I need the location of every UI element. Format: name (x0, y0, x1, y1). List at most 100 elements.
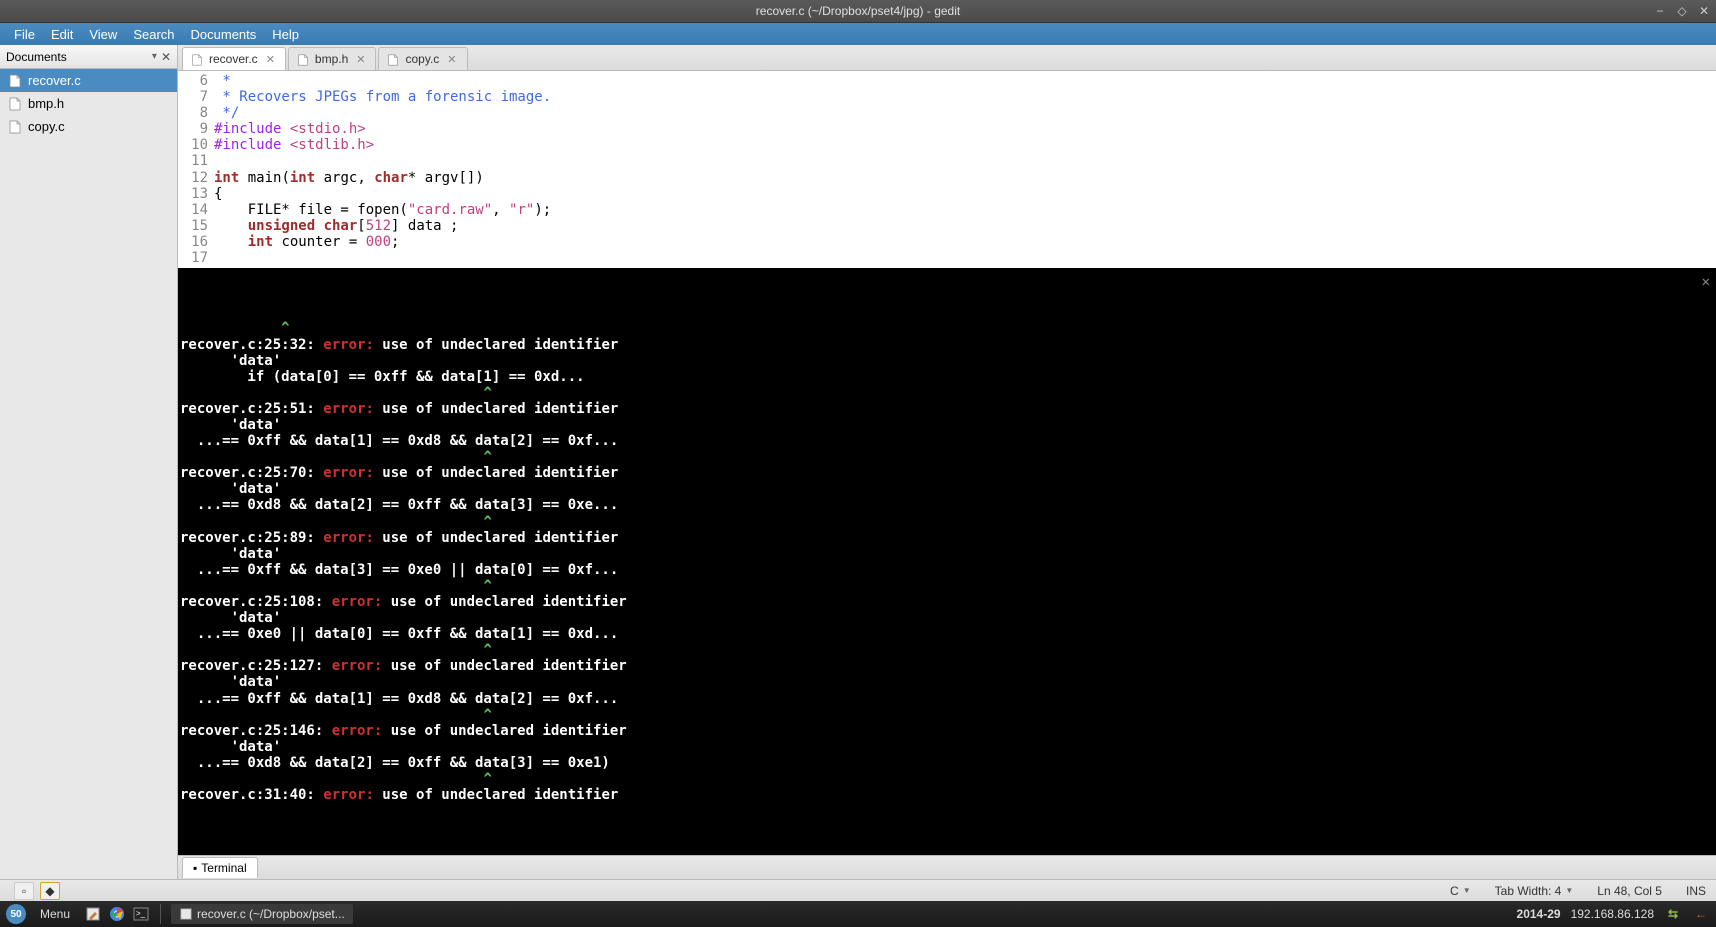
file-icon (191, 53, 203, 65)
terminal-line: recover.c:25:89: error: use of undeclare… (180, 530, 1714, 546)
taskbar-window[interactable]: recover.c (~/Dropbox/pset... (171, 904, 353, 924)
terminal-line: ^ (180, 707, 1714, 723)
code-line[interactable]: 6 * (178, 73, 1716, 89)
terminal-line: ...== 0xff && data[1] == 0xd8 && data[2]… (180, 433, 1714, 449)
terminal-line: ^ (180, 578, 1714, 594)
line-number: 14 (178, 202, 214, 218)
menu-edit[interactable]: Edit (43, 25, 81, 44)
code-line[interactable]: 13{ (178, 186, 1716, 202)
line-number: 17 (178, 250, 214, 266)
document-item[interactable]: recover.c (0, 69, 177, 92)
mode-label: INS (1686, 884, 1706, 898)
sidepanel-close-button[interactable]: ✕ (161, 50, 171, 64)
file-icon (297, 53, 309, 65)
svg-text:>_: >_ (136, 909, 146, 918)
terminal-line: recover.c:25:32: error: use of undeclare… (180, 337, 1714, 353)
taskbar: 50 Menu >_ recover.c (~/Dropbox/pset... … (0, 901, 1716, 927)
network-icon[interactable]: ⇆ (1664, 905, 1682, 923)
status-button-1[interactable]: ▫ (14, 882, 34, 900)
editor-tab[interactable]: copy.c ✕ (378, 47, 467, 70)
menubar: FileEditViewSearchDocumentsHelp (0, 23, 1716, 45)
window-controls: − ◇ ✕ (1652, 3, 1712, 19)
editor-tab[interactable]: recover.c✕ (182, 47, 286, 70)
document-label: bmp.h (28, 96, 64, 111)
file-icon (8, 97, 22, 111)
line-content: { (214, 186, 1716, 202)
code-line[interactable]: 8 */ (178, 105, 1716, 121)
code-line[interactable]: 12int main(int argc, char* argv[]) (178, 170, 1716, 186)
terminal-line: ...== 0xff && data[1] == 0xd8 && data[2]… (180, 691, 1714, 707)
menu-help[interactable]: Help (264, 25, 307, 44)
tab-close-button[interactable]: ✕ (264, 53, 277, 66)
code-line[interactable]: 9#include <stdio.h> (178, 121, 1716, 137)
tabwidth-selector[interactable]: Tab Width: 4 ▼ (1495, 884, 1574, 898)
terminal-line: ...== 0xff && data[3] == 0xe0 || data[0]… (180, 562, 1714, 578)
terminal-icon[interactable]: >_ (132, 905, 150, 923)
tab-close-button[interactable]: ✕ (354, 53, 367, 66)
cs50-icon[interactable]: 50 (6, 904, 26, 924)
document-list: recover.c bmp.h copy.c (0, 69, 177, 138)
tab-close-button[interactable]: ✕ (445, 53, 458, 66)
terminal-line: ^ (180, 449, 1714, 465)
terminal-line: recover.c:25:108: error: use of undeclar… (180, 594, 1714, 610)
line-number: 13 (178, 186, 214, 202)
minimize-button[interactable]: − (1652, 3, 1668, 19)
terminal-line: ^ (180, 514, 1714, 530)
language-selector[interactable]: C ▼ (1450, 884, 1471, 898)
line-number: 9 (178, 121, 214, 137)
line-content: FILE* file = fopen("card.raw", "r"); (214, 202, 1716, 218)
code-line[interactable]: 10#include <stdlib.h> (178, 137, 1716, 153)
titlebar: recover.c (~/Dropbox/pset4/jpg) - gedit … (0, 0, 1716, 23)
terminal-line: ...== 0xd8 && data[2] == 0xff && data[3]… (180, 497, 1714, 513)
menu-file[interactable]: File (6, 25, 43, 44)
line-content: */ (214, 105, 1716, 121)
dropdown-icon: ▼ (1565, 886, 1573, 895)
menu-view[interactable]: View (81, 25, 125, 44)
menu-button[interactable]: Menu (32, 904, 78, 924)
terminal-line: recover.c:25:70: error: use of undeclare… (180, 465, 1714, 481)
code-line[interactable]: 7 * Recovers JPEGs from a forensic image… (178, 89, 1716, 105)
sidepanel-title: Documents (6, 50, 152, 64)
document-item[interactable]: copy.c (0, 115, 177, 138)
line-content: int main(int argc, char* argv[]) (214, 170, 1716, 186)
line-number: 15 (178, 218, 214, 234)
menu-search[interactable]: Search (125, 25, 182, 44)
tabwidth-label: Tab Width: 4 (1495, 884, 1562, 898)
chrome-icon[interactable] (108, 905, 126, 923)
taskbar-window-label: recover.c (~/Dropbox/pset... (197, 907, 345, 921)
editor-tab[interactable]: bmp.h✕ (288, 47, 377, 70)
terminal-output[interactable]: ✕ ^ recover.c:25:32: error: use of undecl… (178, 268, 1716, 855)
code-editor[interactable]: 6 *7 * Recovers JPEGs from a forensic im… (178, 71, 1716, 268)
statusbar: ▫ ◆ C ▼ Tab Width: 4 ▼ Ln 48, Col 5 INS (0, 879, 1716, 901)
file-icon (8, 74, 22, 88)
status-button-2[interactable]: ◆ (40, 882, 60, 900)
code-line[interactable]: 14 FILE* file = fopen("card.raw", "r"); (178, 202, 1716, 218)
close-button[interactable]: ✕ (1696, 3, 1712, 19)
terminal-tab[interactable]: ▪ Terminal (182, 857, 258, 878)
gedit-icon[interactable] (84, 905, 102, 923)
line-number: 16 (178, 234, 214, 250)
menu-documents[interactable]: Documents (183, 25, 265, 44)
terminal-tab-label: Terminal (201, 861, 246, 875)
terminal-close-button[interactable]: ✕ (1702, 274, 1710, 290)
dropdown-icon[interactable]: ▾ (152, 51, 157, 62)
code-line[interactable]: 11 (178, 153, 1716, 169)
maximize-button[interactable]: ◇ (1674, 3, 1690, 19)
back-arrow-icon[interactable]: ← (1692, 905, 1710, 923)
insert-mode[interactable]: INS (1686, 884, 1706, 898)
line-content: #include <stdio.h> (214, 121, 1716, 137)
code-line[interactable]: 17 (178, 250, 1716, 266)
line-content: * Recovers JPEGs from a forensic image. (214, 89, 1716, 105)
sidepanel-header: Documents ▾ ✕ (0, 45, 177, 69)
line-content: * (214, 73, 1716, 89)
code-line[interactable]: 15 unsigned char[512] data ; (178, 218, 1716, 234)
terminal-line: ^ (180, 771, 1714, 787)
code-line[interactable]: 16 int counter = 000; (178, 234, 1716, 250)
line-content: #include <stdlib.h> (214, 137, 1716, 153)
line-number: 11 (178, 153, 214, 169)
line-number: 6 (178, 73, 214, 89)
tab-label: copy.c (405, 52, 439, 66)
file-icon (8, 120, 22, 134)
position-label: Ln 48, Col 5 (1597, 884, 1662, 898)
document-item[interactable]: bmp.h (0, 92, 177, 115)
